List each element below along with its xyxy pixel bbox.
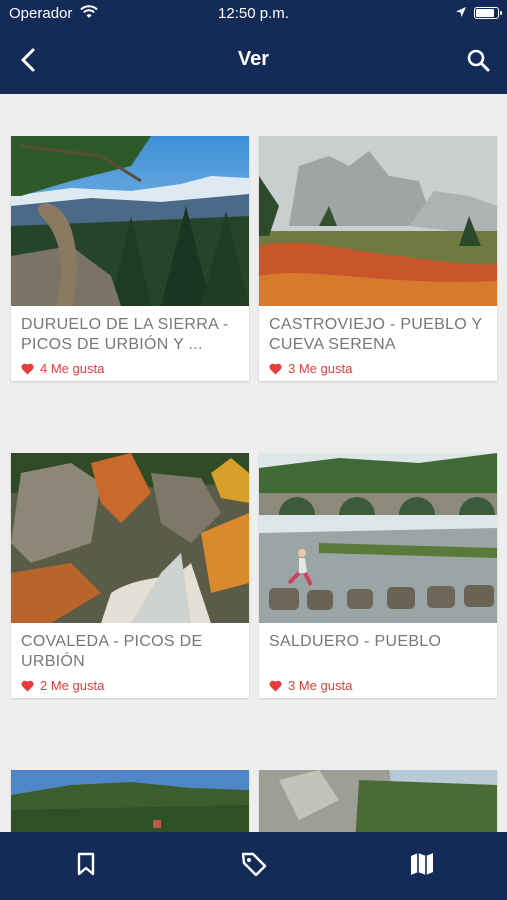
location-arrow-icon [455,5,467,22]
place-card[interactable]: DURUELO DE LA SIERRA - PICOS DE URBIÓN Y… [11,136,249,381]
place-photo [11,136,249,306]
place-photo [11,770,249,832]
heart-icon [21,363,34,374]
tab-map[interactable] [408,850,436,878]
heart-icon [269,363,282,374]
likes-count: 4 Me gusta [11,356,249,381]
likes-count: 3 Me gusta [259,673,497,698]
tab-tags[interactable] [240,850,268,878]
place-card[interactable]: CASTROVIEJO - PUEBLO Y CUEVA SERENA 3 Me… [259,136,497,381]
places-grid[interactable]: DURUELO DE LA SIERRA - PICOS DE URBIÓN Y… [0,94,507,832]
tab-bar [0,832,507,900]
place-photo [11,453,249,623]
tab-bookmarks[interactable] [72,850,100,878]
place-name: DURUELO DE LA SIERRA - PICOS DE URBIÓN Y… [21,316,229,353]
place-name: COVALEDA - PICOS DE URBIÓN [21,633,203,670]
place-name: SALDUERO - PUEBLO [269,633,442,650]
likes-count: 3 Me gusta [259,356,497,381]
tag-icon [241,852,267,877]
place-card[interactable] [259,770,497,832]
heart-icon [269,680,282,691]
place-card[interactable]: SALDUERO - PUEBLO 3 Me gusta [259,453,497,698]
place-name: CASTROVIEJO - PUEBLO Y CUEVA SERENA [269,316,483,353]
search-button[interactable] [463,44,493,76]
page-title: Ver [237,48,270,70]
place-photo [259,453,497,623]
clock: 12:50 p.m. [218,5,289,22]
likes-label: 3 Me gusta [288,678,353,693]
battery-icon [474,7,502,19]
place-card[interactable]: COVALEDA - PICOS DE URBIÓN 2 Me gusta [11,453,249,698]
place-photo [259,136,497,306]
likes-label: 2 Me gusta [40,678,105,693]
likes-label: 3 Me gusta [288,361,353,376]
bookmark-icon [77,852,95,876]
map-icon [411,853,433,875]
likes-count: 2 Me gusta [11,673,249,698]
likes-label: 4 Me gusta [40,361,105,376]
place-photo [259,770,497,832]
heart-icon [21,680,34,691]
search-icon [467,49,490,72]
place-card[interactable] [11,770,249,832]
status-bar: Operador 12:50 p.m. [0,0,507,28]
nav-bar: Ver [0,28,507,94]
